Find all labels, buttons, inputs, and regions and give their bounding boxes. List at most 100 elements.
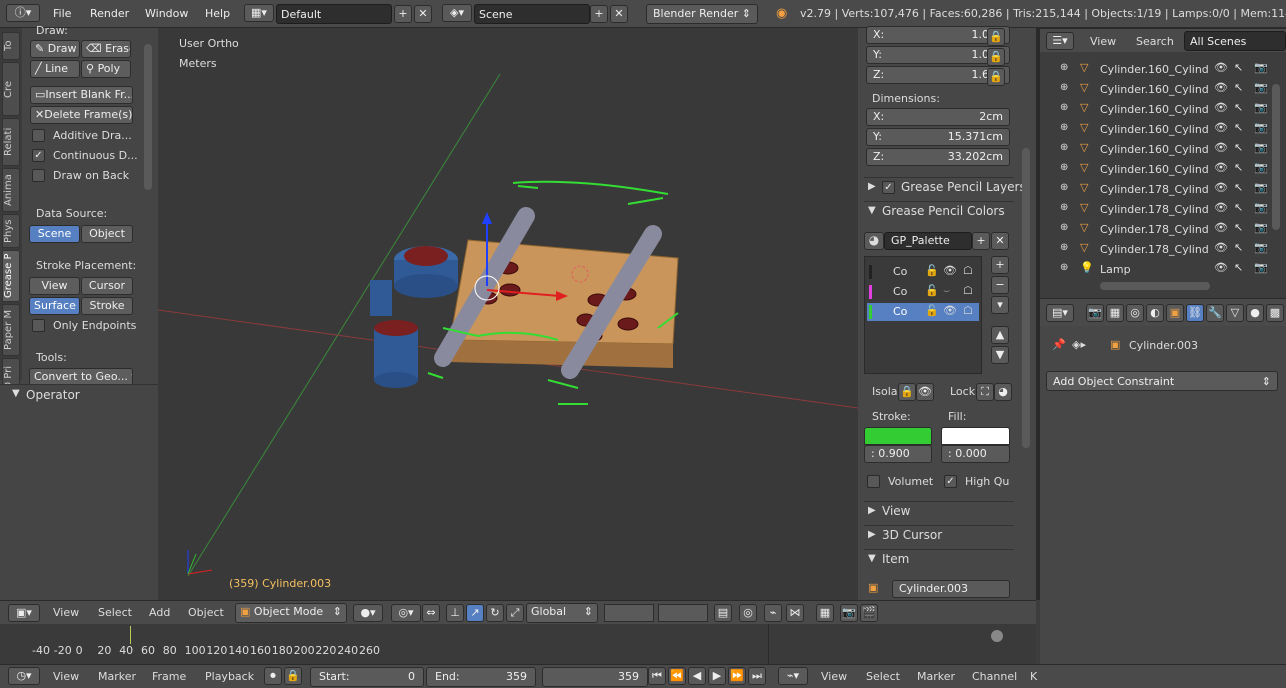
scale-icon[interactable]: ⤢ xyxy=(506,604,524,622)
dopesheet-view-menu[interactable]: View xyxy=(821,670,847,683)
tab-physics[interactable]: Phys xyxy=(2,214,20,248)
viewport-editor-icon[interactable]: ▣▾ xyxy=(8,604,40,622)
render-preview-icon[interactable]: ◎ xyxy=(739,604,757,622)
lock-scale-z-icon[interactable]: 🔒 xyxy=(987,68,1005,86)
outliner-row[interactable]: ⊕ ▽ Cylinder.160_Cylinder 👁 ↖ 📷 xyxy=(1060,160,1280,180)
timeline-view-menu[interactable]: View xyxy=(53,670,79,683)
fill-color-swatch[interactable] xyxy=(941,427,1010,445)
render-camera-icon[interactable]: 📷 xyxy=(1254,221,1268,234)
isolate-eye-icon[interactable]: 👁 xyxy=(916,383,934,401)
render-camera-icon[interactable]: 📷 xyxy=(1254,101,1268,114)
item-panel-header[interactable]: ▼ Item xyxy=(864,549,1014,569)
visibility-eye-icon[interactable]: 👁 xyxy=(1214,81,1228,94)
dimension-y-field[interactable]: Y: 15.371cm xyxy=(866,128,1010,146)
high-quality-checkbox[interactable]: ✓ xyxy=(944,475,957,488)
add-palette-icon[interactable]: + xyxy=(972,232,990,250)
tab-animation[interactable]: Anima xyxy=(2,168,20,212)
play-icon[interactable]: ▶ xyxy=(708,667,726,685)
scroll-handle[interactable] xyxy=(991,630,1003,642)
palette-name-field[interactable]: GP_Palette xyxy=(884,232,972,250)
render-camera-icon[interactable]: 📷 xyxy=(1254,61,1268,74)
outliner-item-name[interactable]: Cylinder.178_Cylinder xyxy=(1100,223,1208,236)
outliner-item-name[interactable]: Cylinder.160_Cylinder xyxy=(1100,103,1208,116)
render-camera-icon[interactable]: 📷 xyxy=(1254,181,1268,194)
snap-target-icon[interactable]: ▦ xyxy=(816,604,834,622)
timeline-playback-menu[interactable]: Playback xyxy=(205,670,254,683)
outliner-row[interactable]: ⊕ ▽ Cylinder.160_Cylinder 👁 ↖ 📷 xyxy=(1060,60,1280,80)
opengl-render-icon[interactable]: 📷 xyxy=(840,604,858,622)
placement-cursor-button[interactable]: Cursor xyxy=(81,277,133,295)
select-arrow-icon[interactable]: ↖ xyxy=(1234,81,1243,94)
color-row-black[interactable]: Co 🔓 👁 ☖ xyxy=(867,263,979,281)
tab-relations[interactable]: Relati xyxy=(2,118,20,166)
jump-next-key-icon[interactable]: ⏩ xyxy=(728,667,746,685)
dopesheet-select-menu[interactable]: Select xyxy=(866,670,900,683)
select-arrow-icon[interactable]: ↖ xyxy=(1234,121,1243,134)
ghost-icon[interactable]: ☖ xyxy=(963,264,973,277)
insert-blank-frame-button[interactable]: ▭Insert Blank Fr... xyxy=(30,86,133,104)
start-frame-field[interactable]: Start: 0 xyxy=(310,667,424,687)
timeline[interactable]: -40 -20 0 20 40 60 80 100 120 140 160 180 200 220 240 2… xyxy=(0,624,768,664)
layers-grid-2[interactable] xyxy=(658,604,708,622)
constraints-tab-icon[interactable]: ⛓ xyxy=(1186,304,1204,322)
expand-icon[interactable]: ⊕ xyxy=(1060,102,1068,113)
menu-render[interactable]: Render xyxy=(90,7,129,20)
render-tab-icon[interactable]: 📷 xyxy=(1086,304,1104,322)
eye-icon[interactable]: 👁 xyxy=(943,304,957,317)
layout-icon[interactable]: ▦▾ xyxy=(244,4,274,22)
outliner-item-name[interactable]: Cylinder.160_Cylinder xyxy=(1100,143,1208,156)
lock-scale-y-icon[interactable]: 🔒 xyxy=(987,48,1005,66)
lock-icon[interactable]: 🔓 xyxy=(925,264,939,277)
render-camera-icon[interactable]: 📷 xyxy=(1254,161,1268,174)
select-arrow-icon[interactable]: ↖ xyxy=(1234,101,1243,114)
visibility-eye-icon[interactable]: 👁 xyxy=(1214,101,1228,114)
outliner-row[interactable]: ⊕ ▽ Cylinder.178_Cylinder 👁 ↖ 📷 xyxy=(1060,180,1280,200)
add-color-icon[interactable]: + xyxy=(991,256,1009,274)
stroke-color-swatch[interactable] xyxy=(864,427,932,445)
gp-layers-checkbox[interactable]: ✓ xyxy=(882,181,895,194)
visibility-eye-icon[interactable]: 👁 xyxy=(1214,121,1228,134)
orientation-select[interactable]: Global ⇕ xyxy=(526,603,598,623)
tab-grease-pencil[interactable]: Grease P xyxy=(2,250,20,302)
pivot-select-icon[interactable]: ◎▾ xyxy=(391,604,421,622)
ghost-icon[interactable]: ☖ xyxy=(963,304,973,317)
modifiers-tab-icon[interactable]: 🔧 xyxy=(1206,304,1224,322)
data-tab-icon[interactable]: ▽ xyxy=(1226,304,1244,322)
eye-icon[interactable]: 👁 xyxy=(943,264,957,277)
rotate-icon[interactable]: ↻ xyxy=(486,604,504,622)
properties-editor-icon[interactable]: ▤▾ xyxy=(1046,304,1074,322)
expand-icon[interactable]: ⊕ xyxy=(1060,82,1068,93)
render-engine-select[interactable]: Blender Render ⇕ xyxy=(646,4,758,24)
current-frame-field[interactable]: 359 xyxy=(542,667,648,687)
move-down-icon[interactable]: ▼ xyxy=(991,346,1009,364)
outliner-row[interactable]: ⊕ ▽ Cylinder.178_Cylinder 👁 ↖ 📷 xyxy=(1060,220,1280,240)
select-arrow-icon[interactable]: ↖ xyxy=(1234,201,1243,214)
select-arrow-icon[interactable]: ↖ xyxy=(1234,161,1243,174)
object-tab-icon[interactable]: ▣ xyxy=(1166,304,1184,322)
viewport-view-menu[interactable]: View xyxy=(53,606,79,619)
render-camera-icon[interactable]: 📷 xyxy=(1254,201,1268,214)
view-panel-header[interactable]: ▶ View xyxy=(864,501,1014,521)
gp-layers-header[interactable]: ▶ ✓ Grease Pencil Layers xyxy=(864,177,1026,197)
expand-icon[interactable]: ⊕ xyxy=(1060,262,1068,273)
3d-cursor-panel-header[interactable]: ▶ 3D Cursor xyxy=(864,525,1014,545)
render-camera-icon[interactable]: 📷 xyxy=(1254,141,1268,154)
expand-icon[interactable]: ⊕ xyxy=(1060,122,1068,133)
remove-color-icon[interactable]: − xyxy=(991,276,1009,294)
gp-colors-header[interactable]: ▼ Grease Pencil Colors xyxy=(864,201,1014,221)
outliner-item-name[interactable]: Cylinder.160_Cylinder xyxy=(1100,123,1208,136)
pin-icon[interactable]: 📌 xyxy=(1052,338,1066,351)
draw-on-back-checkbox[interactable] xyxy=(32,169,45,182)
color-wheel-icon[interactable]: ◕ xyxy=(994,383,1012,401)
mode-select[interactable]: ▣ Object Mode ⇕ xyxy=(235,603,347,623)
info-editor-icon[interactable]: ⓘ▾ xyxy=(6,4,40,22)
color-row-green[interactable]: Co 🔓 👁 ☖ xyxy=(867,303,979,321)
close-scene-icon[interactable]: ✕ xyxy=(610,5,628,23)
isolate-lock-icon[interactable]: 🔒 xyxy=(898,383,916,401)
render-layers-tab-icon[interactable]: ▦ xyxy=(1106,304,1124,322)
remove-palette-icon[interactable]: ✕ xyxy=(991,232,1009,250)
draw-button[interactable]: ✎ Draw xyxy=(30,40,80,58)
tab-tools[interactable]: To xyxy=(2,32,20,60)
dopesheet-key-menu[interactable]: K xyxy=(1030,670,1037,683)
world-tab-icon[interactable]: ◐ xyxy=(1146,304,1164,322)
